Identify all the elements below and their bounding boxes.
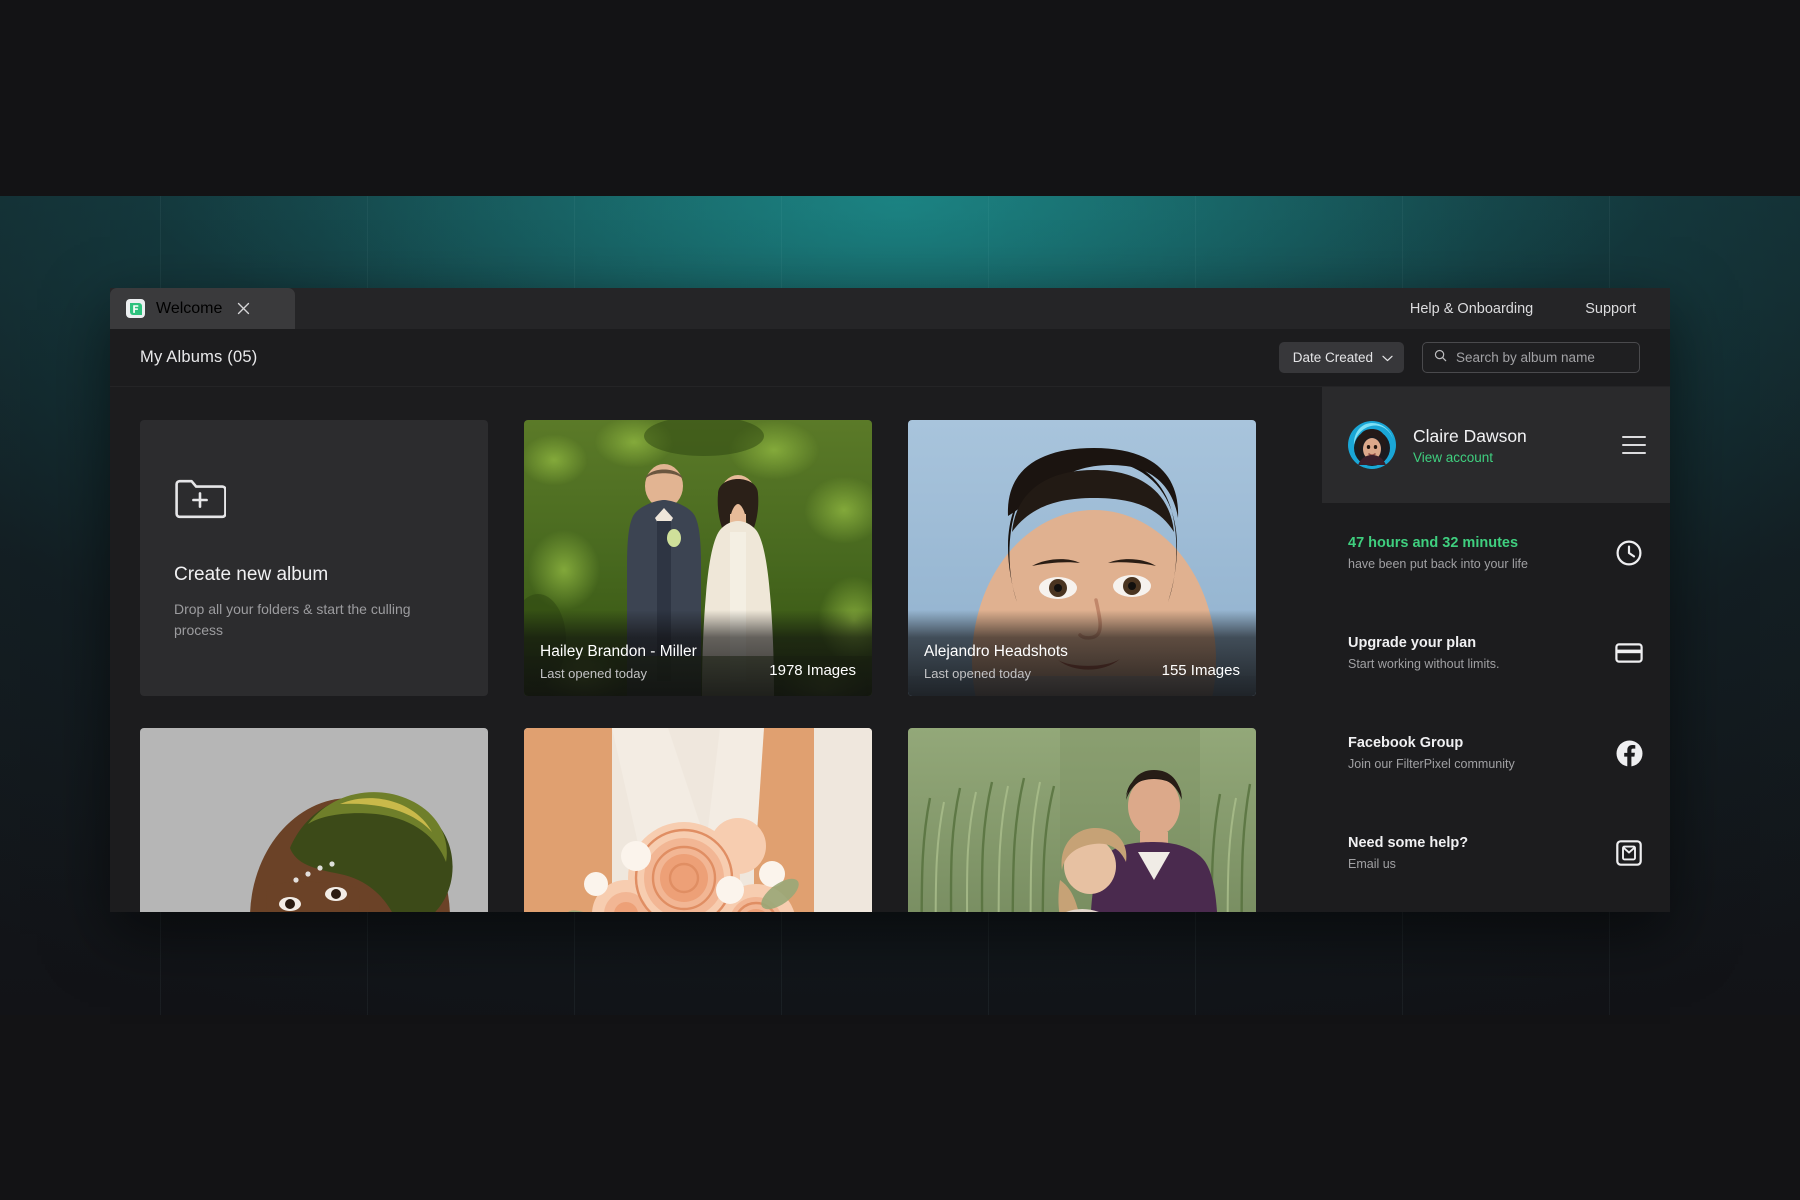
search-box[interactable] [1422,342,1640,373]
folder-plus-icon [174,476,227,520]
album-card[interactable] [908,728,1256,912]
album-thumbnail [140,728,488,912]
album-thumbnail [908,728,1256,912]
avatar [1348,421,1396,469]
close-icon[interactable] [233,299,253,319]
screen: Welcome Help & Onboarding Support My Alb… [0,0,1800,1200]
right-sidebar: Claire Dawson View account 47 hours and … [1322,387,1670,912]
letterbox-top [0,0,1800,196]
app-window: Welcome Help & Onboarding Support My Alb… [110,288,1670,912]
album-last-opened: Last opened today [540,666,647,681]
sidebar-item-upgrade-plan[interactable]: Upgrade your plan Start working without … [1322,603,1670,703]
page-title: My Albums (05) [140,348,258,366]
filterpixel-logo-icon [126,299,145,318]
albums-grid: Create new album Drop all your folders &… [140,420,1322,912]
search-input[interactable] [1456,350,1633,365]
album-name: Hailey Brandon - Miller [540,643,697,660]
toolbar-controls: Date Created [1278,342,1640,373]
album-card[interactable]: Hailey Brandon - Miller Last opened toda… [524,420,872,696]
album-card[interactable] [524,728,872,912]
create-new-album-title: Create new album [174,564,329,585]
help-onboarding-link[interactable]: Help & Onboarding [1410,301,1533,317]
titlebar-links: Help & Onboarding Support [1410,288,1670,329]
album-thumbnail [524,728,872,912]
window-titlebar: Welcome Help & Onboarding Support [110,288,1670,329]
sidebar-item-need-help[interactable]: Need some help? Email us [1322,803,1670,903]
time-saved-caption: have been put back into your life [1348,557,1528,571]
email-icon [1614,838,1644,868]
user-profile-header[interactable]: Claire Dawson View account [1322,387,1670,503]
view-account-link[interactable]: View account [1413,450,1605,465]
album-card[interactable] [140,728,488,912]
letterbox-bottom [0,1015,1800,1200]
upgrade-plan-subtitle: Start working without limits. [1348,657,1500,671]
albums-toolbar: My Albums (05) Date Created [110,329,1670,387]
profile-name: Claire Dawson [1413,425,1527,446]
sort-dropdown[interactable]: Date Created [1278,342,1404,373]
albums-grid-panel: Create new album Drop all your folders &… [110,387,1322,912]
album-image-count: 1978 Images [769,662,856,679]
upgrade-plan-title: Upgrade your plan [1348,635,1477,651]
album-image-count: 155 Images [1161,662,1240,679]
search-icon [1434,349,1447,367]
album-card[interactable]: Alejandro Headshots Last opened today 15… [908,420,1256,696]
time-saved-value: 47 hours and 32 minutes [1348,535,1519,551]
sidebar-item-facebook-group[interactable]: Facebook Group Join our FilterPixel comm… [1322,703,1670,803]
tab-label: Welcome [156,299,223,317]
chevron-down-icon [1382,350,1393,365]
clock-icon [1614,538,1644,568]
support-link[interactable]: Support [1585,301,1636,317]
create-new-album-card[interactable]: Create new album Drop all your folders &… [140,420,488,696]
sidebar-item-time-saved[interactable]: 47 hours and 32 minutes have been put ba… [1322,503,1670,603]
sort-dropdown-value: Date Created [1292,350,1373,365]
credit-card-icon [1614,638,1644,668]
facebook-icon [1614,738,1644,768]
album-card-overlay: Hailey Brandon - Miller Last opened toda… [524,610,872,696]
need-help-title: Need some help? [1348,835,1469,851]
facebook-group-title: Facebook Group [1348,735,1464,751]
album-last-opened: Last opened today [924,666,1031,681]
facebook-group-subtitle: Join our FilterPixel community [1348,757,1515,771]
need-help-subtitle: Email us [1348,857,1396,871]
hamburger-icon[interactable] [1622,436,1646,454]
window-body: Create new album Drop all your folders &… [110,387,1670,912]
album-card-overlay: Alejandro Headshots Last opened today 15… [908,610,1256,696]
tab-welcome[interactable]: Welcome [110,288,295,329]
album-name: Alejandro Headshots [924,643,1068,660]
create-new-album-subtitle: Drop all your folders & start the cullin… [174,601,411,639]
